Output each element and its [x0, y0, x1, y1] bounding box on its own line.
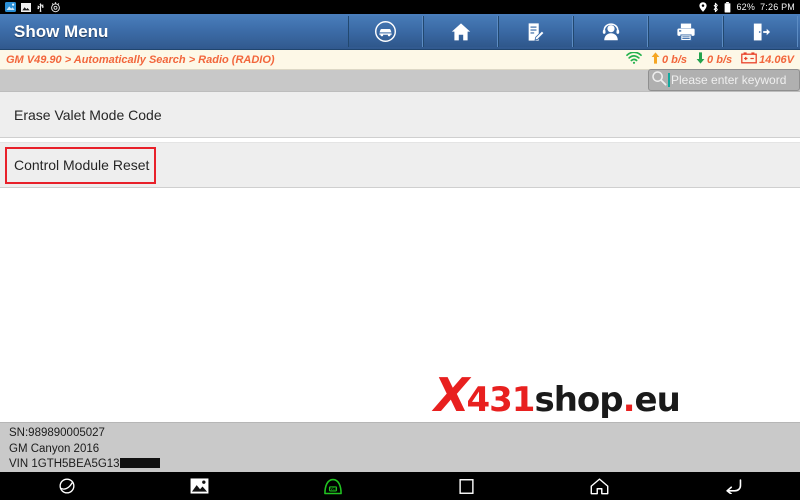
download-rate-label: 0 b/s [707, 53, 733, 66]
download-arrow-icon [696, 51, 705, 69]
browser-button[interactable] [0, 477, 133, 495]
download-rate-group: 0 b/s [696, 51, 732, 69]
svg-text:VCI: VCI [331, 487, 337, 491]
home-button[interactable] [423, 16, 498, 47]
search-placeholder: Please enter keyword [671, 73, 787, 87]
tablet-screen: 62% 7:26 PM Show Menu GM V49.90 > Automa… [0, 0, 800, 500]
page-title: Show Menu [14, 21, 109, 41]
download-image-icon [5, 2, 16, 12]
serial-number: SN:989890005027 [9, 427, 105, 439]
car-battery-icon [741, 51, 757, 69]
vin-label: VIN 1GTH5BEA5G13 [9, 458, 120, 470]
settings-icon [50, 1, 61, 13]
menu-list: Erase Valet Mode Code Control Module Res… [0, 92, 800, 188]
upload-rate-label: 0 b/s [661, 53, 688, 66]
app-toolbar [348, 14, 800, 49]
watermark-logo: X431shop.eu [434, 372, 681, 420]
app-title-bar: Show Menu [0, 14, 800, 50]
android-nav-bar: VCI [0, 472, 800, 500]
print-button[interactable] [648, 16, 723, 47]
vci-button[interactable]: VCI [267, 478, 400, 495]
android-status-bar: 62% 7:26 PM [0, 0, 800, 14]
watermark-dot: . [622, 380, 636, 420]
watermark-tld: eu [634, 380, 681, 420]
gallery-icon [21, 2, 31, 12]
watermark-x: X [434, 368, 470, 422]
gallery-button[interactable] [133, 478, 266, 494]
voltage-label: 14.06V [759, 53, 794, 66]
upload-rate-group: 0 b/s [651, 51, 687, 69]
vehicle-button[interactable] [348, 16, 423, 47]
home-nav-button[interactable] [533, 477, 666, 495]
vehicle-model: GM Canyon 2016 [9, 442, 100, 455]
bluetooth-icon [712, 2, 719, 13]
car-circle-icon [374, 20, 397, 43]
breadcrumb-bar: GM V49.90 > Automatically Search > Radio… [0, 50, 800, 70]
vci-connector-icon: VCI [322, 478, 344, 495]
globe-icon [58, 477, 76, 495]
home-icon [450, 21, 472, 43]
exit-door-icon [750, 21, 772, 43]
vin-line: VIN 1GTH5BEA5G13 [9, 457, 800, 473]
vin-redaction-bar [119, 458, 160, 468]
text-cursor [668, 73, 670, 87]
breadcrumb: GM V49.90 > Automatically Search > Radio… [6, 53, 275, 66]
recents-button[interactable] [400, 478, 533, 494]
back-button[interactable] [667, 478, 800, 494]
list-item[interactable]: Control Module Reset [0, 142, 800, 188]
headset-person-icon [600, 21, 622, 43]
menu-item-label: Control Module Reset [14, 157, 150, 173]
search-icon [651, 70, 667, 90]
location-pin-icon [699, 2, 708, 12]
battery-percent-label: 62% [736, 2, 756, 12]
printer-icon [675, 21, 697, 43]
clock-label: 7:26 PM [760, 2, 795, 12]
upload-arrow-icon [651, 51, 660, 69]
list-item[interactable]: Erase Valet Mode Code [0, 92, 800, 138]
network-status-group: 0 b/s 0 b/s 14.06V [626, 50, 800, 69]
support-button[interactable] [573, 16, 648, 47]
edit-document-icon [525, 21, 547, 43]
exit-button[interactable] [723, 16, 798, 47]
status-bar-left-icons [5, 1, 61, 13]
voltage-group: 14.06V [741, 51, 794, 69]
vehicle-info-panel: SN:989890005027 GM Canyon 2016 VIN 1GTH5… [0, 422, 800, 472]
usb-icon [36, 2, 45, 13]
back-arrow-icon [724, 478, 743, 494]
report-button[interactable] [498, 16, 573, 47]
picture-icon [190, 478, 209, 494]
battery-icon [724, 1, 731, 13]
square-icon [459, 478, 474, 494]
watermark-number: 431 [466, 380, 535, 420]
search-input[interactable]: Please enter keyword [648, 69, 800, 91]
menu-item-label: Erase Valet Mode Code [14, 106, 162, 123]
watermark-shop: shop [534, 380, 623, 420]
status-bar-right: 62% 7:26 PM [699, 1, 795, 13]
wifi-icon [626, 50, 642, 69]
home-outline-icon [590, 477, 609, 495]
